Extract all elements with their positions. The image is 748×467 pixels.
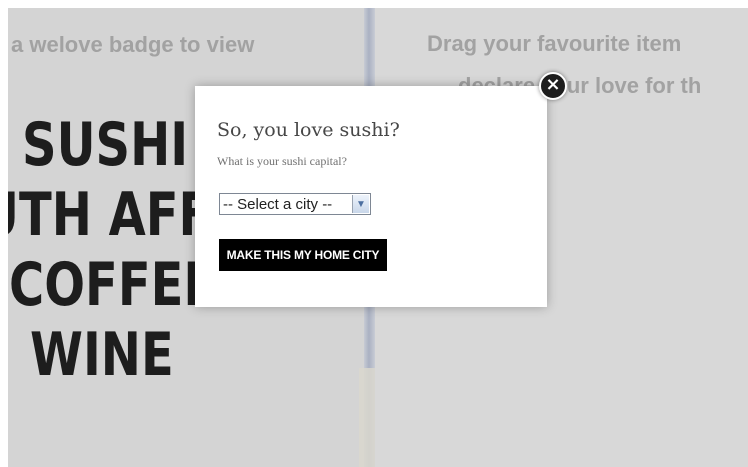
modal-question: What is your sushi capital? xyxy=(217,154,347,168)
food-item-coffee: COFFEE xyxy=(9,250,217,320)
browser-content: a welove badge to view SUSHI UTH AFF COF… xyxy=(8,8,748,467)
food-item-wine: WINE xyxy=(30,320,174,390)
close-icon[interactable]: × xyxy=(539,72,567,100)
city-select-value: -- Select a city -- xyxy=(223,196,333,213)
badge-instruction-text: a welove badge to view xyxy=(11,32,255,57)
sushi-city-modal: So, you love sushi? What is your sushi c… xyxy=(195,86,547,307)
city-select[interactable]: -- Select a city -- ▼ xyxy=(219,193,371,215)
make-home-city-button[interactable]: MAKE THIS MY HOME CITY xyxy=(219,239,387,271)
modal-title: So, you love sushi? xyxy=(217,119,400,141)
chevron-down-icon[interactable]: ▼ xyxy=(352,195,369,213)
drag-instruction-text: Drag your favourite item xyxy=(427,31,682,56)
food-item-sushi: SUSHI xyxy=(22,110,189,180)
food-item-south-africa: UTH AFF xyxy=(8,180,212,250)
page: a welove badge to view SUSHI UTH AFF COF… xyxy=(0,0,748,467)
